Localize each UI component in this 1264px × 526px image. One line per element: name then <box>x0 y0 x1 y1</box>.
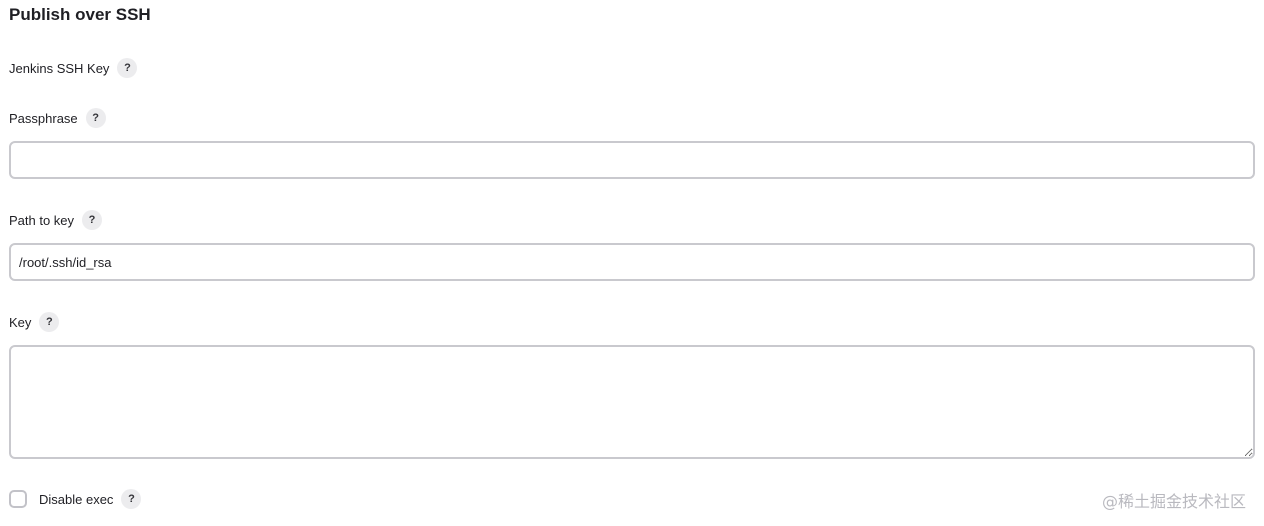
key-label-row: Key ? <box>9 312 60 332</box>
publish-over-ssh-panel: Publish over SSH Jenkins SSH Key ? Passp… <box>0 0 1264 526</box>
help-icon[interactable]: ? <box>121 489 142 509</box>
watermark: @稀土掘金技术社区 <box>1101 492 1246 511</box>
disable-exec-checkbox[interactable] <box>9 490 27 508</box>
disable-exec-label[interactable]: Disable exec <box>39 492 113 507</box>
key-textarea[interactable] <box>9 345 1255 459</box>
key-label: Key <box>9 314 32 330</box>
help-icon[interactable]: ? <box>39 312 60 332</box>
path-to-key-label-row: Path to key ? <box>9 210 103 230</box>
passphrase-input[interactable] <box>9 141 1255 179</box>
help-icon[interactable]: ? <box>117 58 138 78</box>
section-title: Publish over SSH <box>9 5 151 24</box>
passphrase-label: Passphrase <box>9 110 78 126</box>
jenkins-ssh-key-label-row: Jenkins SSH Key ? <box>9 58 138 78</box>
path-to-key-input[interactable] <box>9 243 1255 281</box>
path-to-key-label: Path to key <box>9 212 75 228</box>
passphrase-label-row: Passphrase ? <box>9 108 106 128</box>
help-icon[interactable]: ? <box>85 108 106 128</box>
disable-exec-row: Disable exec ? <box>9 489 142 509</box>
jenkins-ssh-key-label: Jenkins SSH Key <box>9 60 110 76</box>
help-icon[interactable]: ? <box>82 210 103 230</box>
